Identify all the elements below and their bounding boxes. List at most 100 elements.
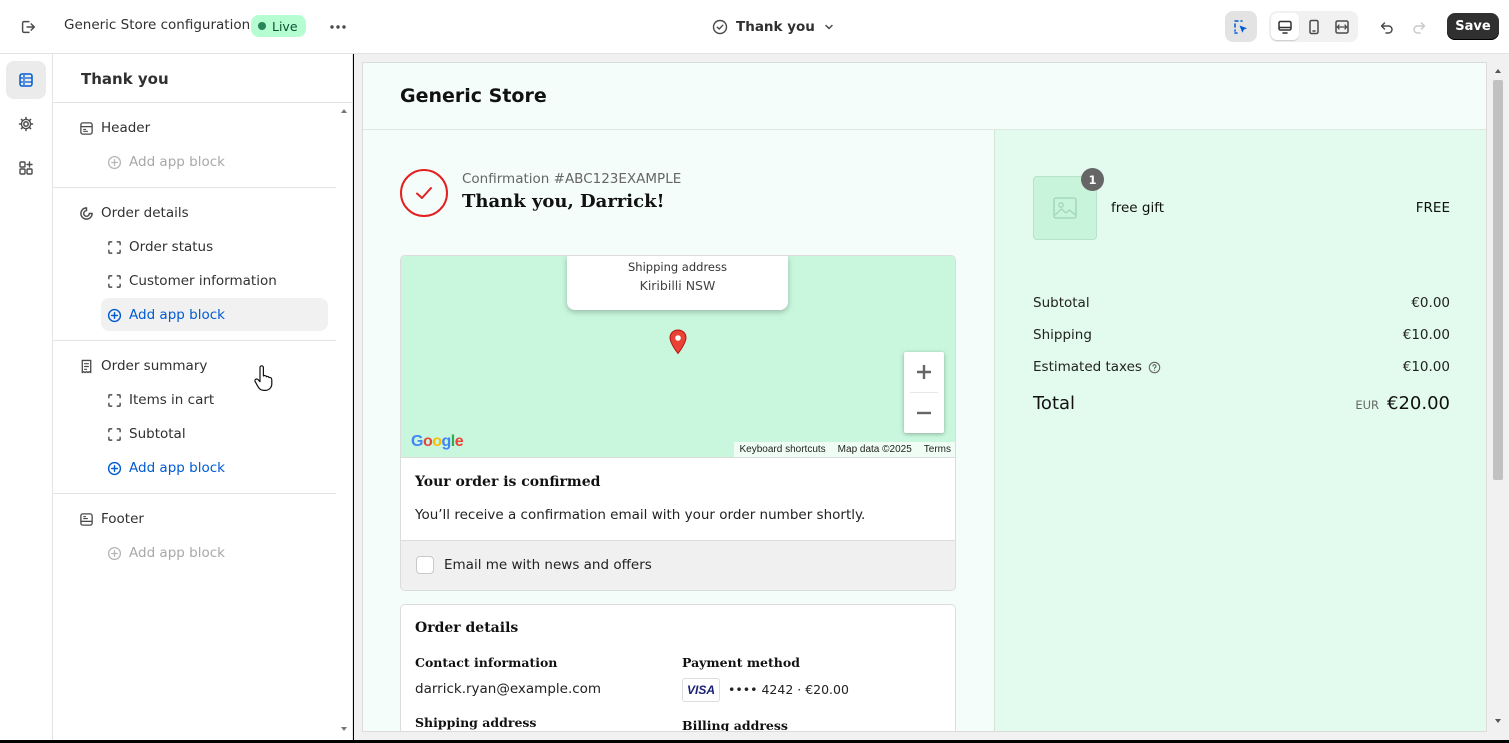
- email-opt-in-label: Email me with news and offers: [444, 557, 652, 573]
- fullwidth-view-button[interactable]: [1328, 13, 1356, 40]
- select-cursor-icon: [1234, 19, 1247, 34]
- block-customer-information[interactable]: Customer information: [107, 269, 277, 293]
- apps-icon: [19, 161, 33, 175]
- payment-method-heading: Payment method: [682, 655, 800, 670]
- undo-icon: [1380, 22, 1393, 34]
- redo-button[interactable]: [1405, 13, 1433, 41]
- mobile-view-button[interactable]: [1300, 13, 1328, 40]
- status-badge: Live: [251, 15, 306, 37]
- more-actions-button[interactable]: [324, 13, 352, 41]
- expand-icon: [1335, 19, 1349, 34]
- order-confirmed-text: You’ll receive a confirmation email with…: [415, 507, 866, 523]
- add-app-block-order-summary[interactable]: Add app block: [107, 456, 225, 480]
- plus-circle-icon: [107, 461, 122, 475]
- header-layout-icon: [80, 121, 93, 135]
- exit-button[interactable]: [14, 13, 42, 41]
- page-selector[interactable]: Thank you: [712, 13, 835, 41]
- plus-circle-icon: [107, 155, 122, 169]
- order-status-card[interactable]: Shipping address Kiribilli NSW Google Ke…: [400, 255, 956, 591]
- zoom-in-button[interactable]: [904, 352, 944, 392]
- sections-sidebar: Thank you Header Add app block Order det…: [53, 54, 353, 740]
- subtotal-value: €0.00: [1411, 295, 1450, 311]
- sections-tab-button[interactable]: [6, 61, 46, 99]
- plus-circle-icon: [107, 546, 122, 560]
- total-currency: EUR: [1355, 398, 1380, 412]
- payment-summary: •••• 4242 · €20.00: [728, 682, 849, 697]
- shipping-map[interactable]: Shipping address Kiribilli NSW Google Ke…: [401, 256, 955, 457]
- total-value: €20.00: [1387, 393, 1450, 414]
- order-details-title: Order details: [415, 620, 519, 636]
- line-item-name: free gift: [1111, 200, 1165, 216]
- visa-card-icon: VISA: [682, 678, 720, 702]
- email-opt-in-checkbox[interactable]: [416, 556, 434, 574]
- preview-scrollbar[interactable]: [1490, 62, 1506, 732]
- desktop-icon: [1278, 20, 1292, 34]
- section-order-details-label: Order details: [101, 205, 189, 221]
- block-items-in-cart[interactable]: Items in cart: [107, 388, 214, 412]
- add-app-block-header[interactable]: Add app block: [107, 150, 225, 174]
- checkout-preview: Generic Store Confirmation #ABC123EXAMPL…: [362, 62, 1487, 732]
- sections-icon: [19, 73, 33, 87]
- scroll-up-icon[interactable]: [1493, 66, 1503, 76]
- keyboard-shortcuts-link[interactable]: Keyboard shortcuts: [734, 442, 832, 457]
- divider: [53, 102, 353, 103]
- preview-area: Generic Store Confirmation #ABC123EXAMPL…: [354, 54, 1509, 740]
- customer-information-card[interactable]: Order details Contact information darric…: [400, 604, 956, 731]
- exit-icon: [21, 20, 36, 34]
- zoom-out-button[interactable]: [904, 393, 944, 433]
- email-opt-in-row[interactable]: Email me with news and offers: [401, 540, 955, 590]
- map-tooltip-value: Kiribilli NSW: [639, 278, 716, 293]
- hand-cursor-icon: [254, 365, 273, 391]
- map-pin-icon: [669, 329, 687, 355]
- block-customer-information-label: Customer information: [129, 273, 277, 289]
- block-order-status[interactable]: Order status: [107, 235, 213, 259]
- apps-button[interactable]: [6, 149, 46, 187]
- add-app-block-order-details[interactable]: Add app block: [107, 303, 225, 327]
- contact-email: darrick.ryan@example.com: [415, 681, 602, 697]
- receipt-icon: [81, 359, 92, 373]
- sidebar-title: Thank you: [81, 70, 169, 88]
- section-footer-label: Footer: [101, 511, 144, 527]
- section-order-details[interactable]: Order details: [79, 201, 189, 225]
- estimated-taxes-row: Estimated taxes: [1033, 359, 1161, 375]
- viewport-switcher: [1269, 11, 1358, 42]
- section-header[interactable]: Header: [79, 116, 150, 140]
- order-confirmed-title: Your order is confirmed: [415, 474, 601, 490]
- block-subtotal-label: Subtotal: [129, 426, 186, 442]
- desktop-view-button[interactable]: [1271, 13, 1299, 40]
- mobile-icon: [1308, 19, 1319, 34]
- block-order-status-label: Order status: [129, 239, 214, 255]
- map-terms-link[interactable]: Terms: [918, 442, 955, 457]
- ellipsis-icon: [330, 25, 346, 29]
- scrollbar-thumb[interactable]: [1493, 80, 1503, 480]
- add-app-block-label: Add app block: [129, 307, 225, 323]
- undo-button[interactable]: [1373, 13, 1401, 41]
- check-circle-icon: [712, 19, 728, 35]
- block-items-in-cart-label: Items in cart: [129, 392, 215, 408]
- quantity-badge: 1: [1081, 168, 1104, 191]
- divider: [53, 187, 336, 188]
- section-order-summary-label: Order summary: [101, 358, 208, 374]
- map-attribution: Keyboard shortcuts Map data ©2025 Terms: [733, 442, 955, 457]
- store-header[interactable]: Generic Store: [363, 63, 1486, 130]
- scroll-down-icon[interactable]: [339, 724, 349, 734]
- shipping-address-heading: Shipping address: [415, 715, 537, 730]
- theme-settings-button[interactable]: [6, 105, 46, 143]
- subtotal-label: Subtotal: [1033, 295, 1090, 311]
- section-header-label: Header: [101, 120, 151, 136]
- contact-info-heading: Contact information: [415, 655, 558, 670]
- add-app-block-footer[interactable]: Add app block: [107, 541, 225, 565]
- scroll-up-icon[interactable]: [339, 106, 349, 116]
- section-order-summary[interactable]: Order summary: [79, 354, 207, 378]
- help-circle-icon[interactable]: [1148, 361, 1161, 374]
- save-button[interactable]: Save: [1447, 13, 1499, 40]
- section-footer[interactable]: Footer: [79, 507, 144, 531]
- inspector-toggle-button[interactable]: [1225, 11, 1257, 42]
- status-badge-label: Live: [272, 18, 298, 34]
- confirmation-number: Confirmation #ABC123EXAMPLE: [462, 171, 682, 187]
- order-summary-panel: 1 free gift FREE Subtotal €0.00 Shipping…: [994, 130, 1486, 731]
- block-frame-icon: [108, 427, 121, 441]
- scroll-down-icon[interactable]: [1493, 716, 1503, 726]
- block-subtotal[interactable]: Subtotal: [107, 422, 186, 446]
- thank-you-heading: Thank you, Darrick!: [462, 191, 665, 212]
